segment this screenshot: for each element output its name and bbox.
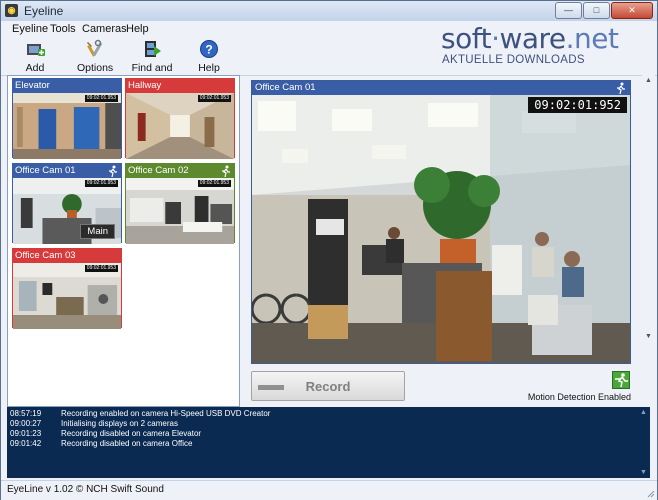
watermark-soft: soft [441,22,492,55]
log-row: 08:57:19 Recording enabled on camera Hi-S… [7,409,637,419]
camera-feed-hallway [126,93,234,159]
options-button[interactable]: Options [77,39,114,74]
camera-thumb-title: Office Cam 01 [13,164,121,178]
log-scrollbar[interactable]: ▲ ▼ [637,407,650,478]
watermark-subtitle: AKTUELLE DOWNLOADS [442,54,585,66]
camera-thumb-title: Elevator [13,79,121,93]
help-label: Help [198,62,220,74]
menu-eyeline[interactable]: Eyeline [12,23,48,35]
log-message: Recording disabled on camera Office [61,439,193,448]
options-label: Options [77,62,114,74]
resize-grip-icon[interactable] [645,488,655,498]
log-time: 09:00:27 [10,419,42,428]
camera-timestamp: 09:02:01.953 [84,265,118,272]
camera-thumb-hallway[interactable]: Hallway 09:02:01.953 [125,78,235,159]
camera-thumb-title: Office Cam 02 [126,164,234,178]
scroll-down-icon[interactable]: ▼ [645,333,652,340]
window-title: Eyeline [24,4,64,18]
help-button[interactable]: ? Help [197,39,221,74]
watermark-ware: ware [499,22,566,55]
log-time: 08:57:19 [10,409,42,418]
log-scroll-up-icon[interactable]: ▲ [640,409,647,416]
motion-running-icon [222,165,230,177]
camera-list-panel: Elevator 09:02:01.953 Hallway 09:02:01.9… [7,75,240,407]
record-button[interactable]: Record [251,371,405,401]
watermark-net: .net [565,22,619,55]
menu-tools[interactable]: Tools [50,23,76,35]
viewer-title: Office Cam 01 [252,81,630,95]
camera-thumb-office-cam-03[interactable]: Office Cam 03 09:02:01.953 [12,248,122,329]
camera-thumb-title: Office Cam 03 [13,249,121,263]
motion-detection-label: Motion Detection Enabled [527,392,631,402]
find-and-play-icon [145,41,161,57]
main-scrollbar[interactable]: ▲ ▼ [642,75,655,407]
log-time: 09:01:23 [10,429,42,438]
menu-cameras[interactable]: Cameras [82,23,127,35]
camera-feed-elevator [13,93,121,159]
help-icon: ? [200,40,218,58]
log-row: 09:01:23 Recording disabled on camera Ele… [7,429,637,439]
camera-timestamp: 09:02:01.953 [197,180,231,187]
status-bar: EyeLine v 1.02 © NCH Swift Sound [1,480,657,500]
event-log: 08:57:19 Recording enabled on camera Hi-S… [7,407,637,478]
camera-feed-office-cam-02 [126,178,234,244]
motion-running-icon [109,165,117,177]
motion-detection-icon[interactable] [612,371,630,389]
camera-timestamp: 09:02:01.953 [84,180,118,187]
log-time: 09:01:42 [10,439,42,448]
status-text: EyeLine v 1.02 © NCH Swift Sound [7,484,164,495]
close-button[interactable]: ✕ [611,2,653,19]
log-message: Recording enabled on camera Hi-Speed USB… [61,409,271,418]
main-camera-viewer[interactable]: Office Cam 01 09:02:01:952 [251,80,631,364]
camera-timestamp: 09:02:01.953 [197,95,231,102]
camera-thumb-office-cam-01[interactable]: Office Cam 01 09:02:01.953 Main [12,163,122,244]
minimize-button[interactable]: — [555,2,582,19]
camera-timestamp: 09:02:01.953 [84,95,118,102]
eyeline-app-icon: ◉ [5,4,18,17]
options-icon [87,39,103,57]
log-message: Recording disabled on camera Elevator [61,429,202,438]
motion-running-icon [617,82,625,94]
watermark-logo: soft·ware.net AKTUELLE DOWNLOADS [441,22,619,67]
motion-detection-indicator: Motion Detection Enabled [528,371,631,405]
title-bar: ◉ Eyeline — □ ✕ [1,1,657,22]
log-row: 09:01:42 Recording disabled on camera Off… [7,439,637,449]
log-row: 09:00:27 Initialising displays on 2 camer… [7,419,637,429]
scroll-up-icon[interactable]: ▲ [645,77,652,84]
main-camera-badge: Main [80,224,115,239]
camera-feed-main [252,95,630,363]
app-window: ◉ Eyeline — □ ✕ Eyeline Tools Cameras He… [0,0,658,500]
viewer-clock: 09:02:01:952 [528,97,627,113]
camera-thumb-title: Hallway [126,79,234,93]
log-scroll-down-icon[interactable]: ▼ [640,469,647,476]
add-camera-icon [27,44,45,56]
menu-help[interactable]: Help [126,23,149,35]
camera-thumb-office-cam-02[interactable]: Office Cam 02 09:02:01.953 [125,163,235,244]
log-message: Initialising displays on 2 cameras [61,419,178,428]
maximize-button[interactable]: □ [583,2,610,19]
camera-thumb-elevator[interactable]: Elevator 09:02:01.953 [12,78,122,159]
camera-feed-office-cam-03 [13,263,121,329]
record-label: Record [305,379,351,394]
svg-text:?: ? [205,43,212,57]
